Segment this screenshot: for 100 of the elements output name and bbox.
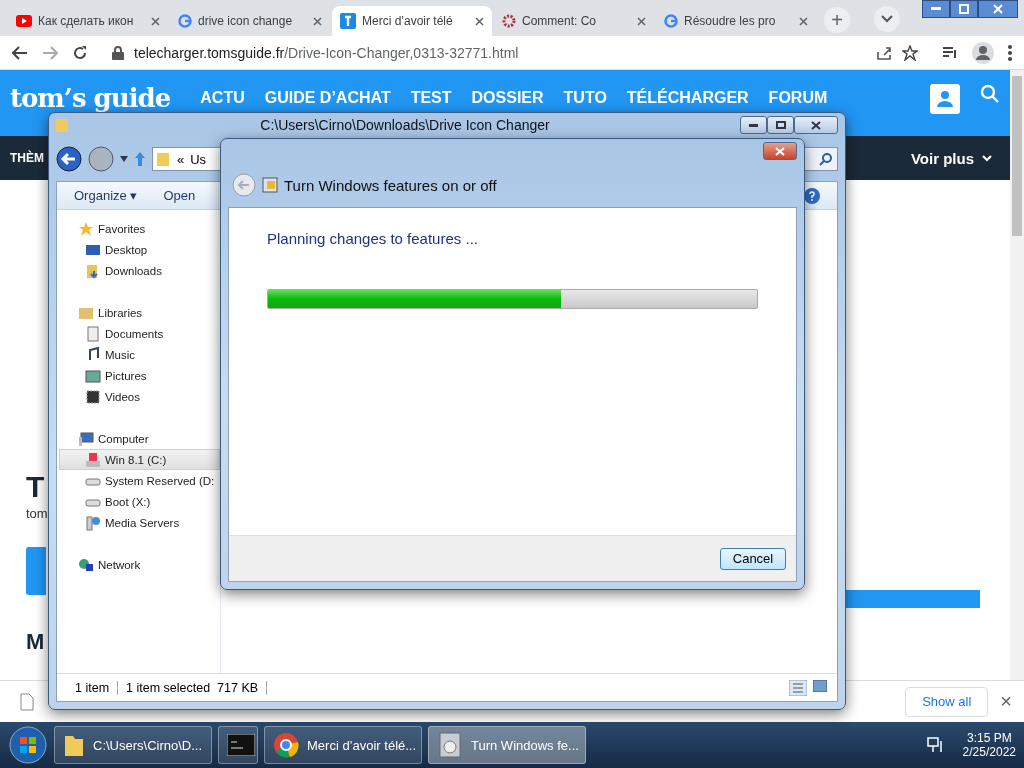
document-icon xyxy=(85,325,101,342)
byline: tom xyxy=(26,506,48,521)
maximize-icon xyxy=(775,121,786,129)
forward-arrow-icon xyxy=(42,45,58,60)
tree-item[interactable]: Music xyxy=(59,344,220,365)
tree-item[interactable]: Documents xyxy=(59,323,220,344)
browser-tab[interactable]: drive icon change xyxy=(170,6,330,36)
folder-icon xyxy=(157,151,171,167)
browser-tab[interactable]: Comment: Co xyxy=(494,6,654,36)
tree-item[interactable]: Boot (X:) xyxy=(59,491,220,512)
clock[interactable]: 3:15 PM 2/25/2022 xyxy=(962,731,1016,759)
chevron-down-icon xyxy=(982,154,992,162)
tree-item[interactable]: Videos xyxy=(59,386,220,407)
back-arrow-icon xyxy=(12,45,28,60)
browser-tab[interactable]: Как сделать икон xyxy=(8,6,168,36)
close-icon[interactable] xyxy=(475,16,484,26)
close-icon[interactable] xyxy=(637,16,646,26)
taskbar-button[interactable]: Turn Windows fe... xyxy=(428,726,586,764)
preview-icon xyxy=(813,679,827,692)
tab-title: Résoudre les pro xyxy=(684,14,777,28)
media-server-icon xyxy=(85,514,101,531)
minimize-button[interactable] xyxy=(740,116,767,134)
close-icon[interactable] xyxy=(151,16,160,26)
computer-icon xyxy=(78,430,94,447)
toolbar-button[interactable]: Organize ▾ xyxy=(74,188,138,203)
tree-item[interactable]: Pictures xyxy=(59,365,220,386)
restore-button[interactable] xyxy=(950,0,978,18)
browser-tab[interactable]: Résoudre les pro xyxy=(656,6,816,36)
close-icon xyxy=(993,4,1003,14)
installer-icon xyxy=(437,731,463,759)
tab-title: Comment: Co xyxy=(522,14,598,28)
g-logo-icon xyxy=(664,14,678,28)
help-icon xyxy=(809,190,815,201)
video-logo-icon xyxy=(16,15,32,27)
new-tab-button[interactable]: + xyxy=(824,7,850,33)
more-link[interactable]: Voir plus xyxy=(910,149,992,167)
status-text: 1 item xyxy=(67,680,119,695)
taskbar-button[interactable] xyxy=(218,726,258,764)
scrollbar[interactable] xyxy=(1010,70,1024,680)
tree-item[interactable]: Favorites xyxy=(59,218,220,239)
tree-item[interactable]: Network xyxy=(59,554,220,575)
toolbar-button[interactable]: Open xyxy=(163,188,196,203)
close-button[interactable] xyxy=(794,116,838,134)
playlist-icon xyxy=(942,45,958,60)
up-arrow-icon xyxy=(134,151,146,167)
close-button[interactable] xyxy=(763,142,797,160)
close-icon[interactable] xyxy=(313,16,322,26)
star-icon xyxy=(902,44,918,61)
folder-icon xyxy=(85,262,101,279)
minimize-icon xyxy=(931,7,941,11)
user-icon xyxy=(936,90,954,108)
tab-title: Merci d’avoir télé xyxy=(362,14,454,28)
search-icon xyxy=(980,84,1000,104)
network-icon xyxy=(926,737,945,753)
file-icon xyxy=(20,692,34,711)
lock-icon xyxy=(112,45,124,60)
close-icon xyxy=(811,120,821,130)
film-icon xyxy=(85,388,101,405)
status-message: Planning changes to features ... xyxy=(267,230,479,247)
address-bar[interactable]: telecharger.tomsguide.fr/Drive-Icon-Changer,0313-32771.html xyxy=(102,38,928,67)
article-title: T xyxy=(26,470,46,504)
reload-icon xyxy=(72,44,88,61)
tree-item[interactable]: Downloads xyxy=(59,260,220,281)
close-button[interactable] xyxy=(978,0,1018,18)
browser-tab[interactable]: Merci d’avoir télé xyxy=(332,6,492,36)
minimize-button[interactable] xyxy=(922,0,950,18)
tree-item[interactable]: Win 8.1 (C:) xyxy=(59,449,220,470)
tree-item[interactable]: Computer xyxy=(59,428,220,449)
minimize-icon xyxy=(749,123,758,127)
section-heading: M xyxy=(26,629,46,655)
tab-search-button[interactable] xyxy=(874,6,900,32)
close-button[interactable]: × xyxy=(1000,690,1012,713)
share-icon xyxy=(876,45,892,60)
tab-title: Как сделать икон xyxy=(38,14,135,28)
close-icon xyxy=(775,146,785,156)
url-text: telecharger.tomsguide.fr/Drive-Icon-Changer,0313-32771.html xyxy=(134,44,519,61)
window-title: C:\Users\Cirno\Downloads\Drive Icon Changer xyxy=(259,117,551,133)
tree-item[interactable]: Media Servers xyxy=(59,512,220,533)
menu-icon xyxy=(1008,44,1012,61)
maximize-button[interactable] xyxy=(767,116,794,134)
tree-item[interactable]: Desktop xyxy=(59,239,220,260)
taskbar-button[interactable]: C:\Users\Cirno\D... xyxy=(54,726,212,764)
account-button[interactable] xyxy=(930,84,960,114)
show-all-button[interactable]: Show all xyxy=(905,686,989,717)
gear-icon xyxy=(502,14,516,28)
close-icon[interactable] xyxy=(799,16,808,26)
status-text: 1 item selected 717 KB xyxy=(118,680,268,695)
start-orb-icon[interactable] xyxy=(8,725,48,765)
terminal-icon xyxy=(227,734,255,756)
dialog-title: Turn Windows features on or off xyxy=(284,176,497,194)
taskbar-button[interactable]: Merci d’avoir télé... xyxy=(264,726,422,764)
drive-icon xyxy=(85,451,101,468)
tree-item[interactable]: Libraries xyxy=(59,302,220,323)
star-icon xyxy=(78,220,94,237)
tree-item[interactable]: System Reserved (D: xyxy=(59,470,220,491)
restore-icon xyxy=(959,4,969,14)
cancel-button[interactable]: Cancel xyxy=(720,547,786,570)
globe-icon xyxy=(78,556,94,573)
category-link[interactable]: THÈM xyxy=(10,151,44,165)
picture-icon xyxy=(85,367,101,384)
